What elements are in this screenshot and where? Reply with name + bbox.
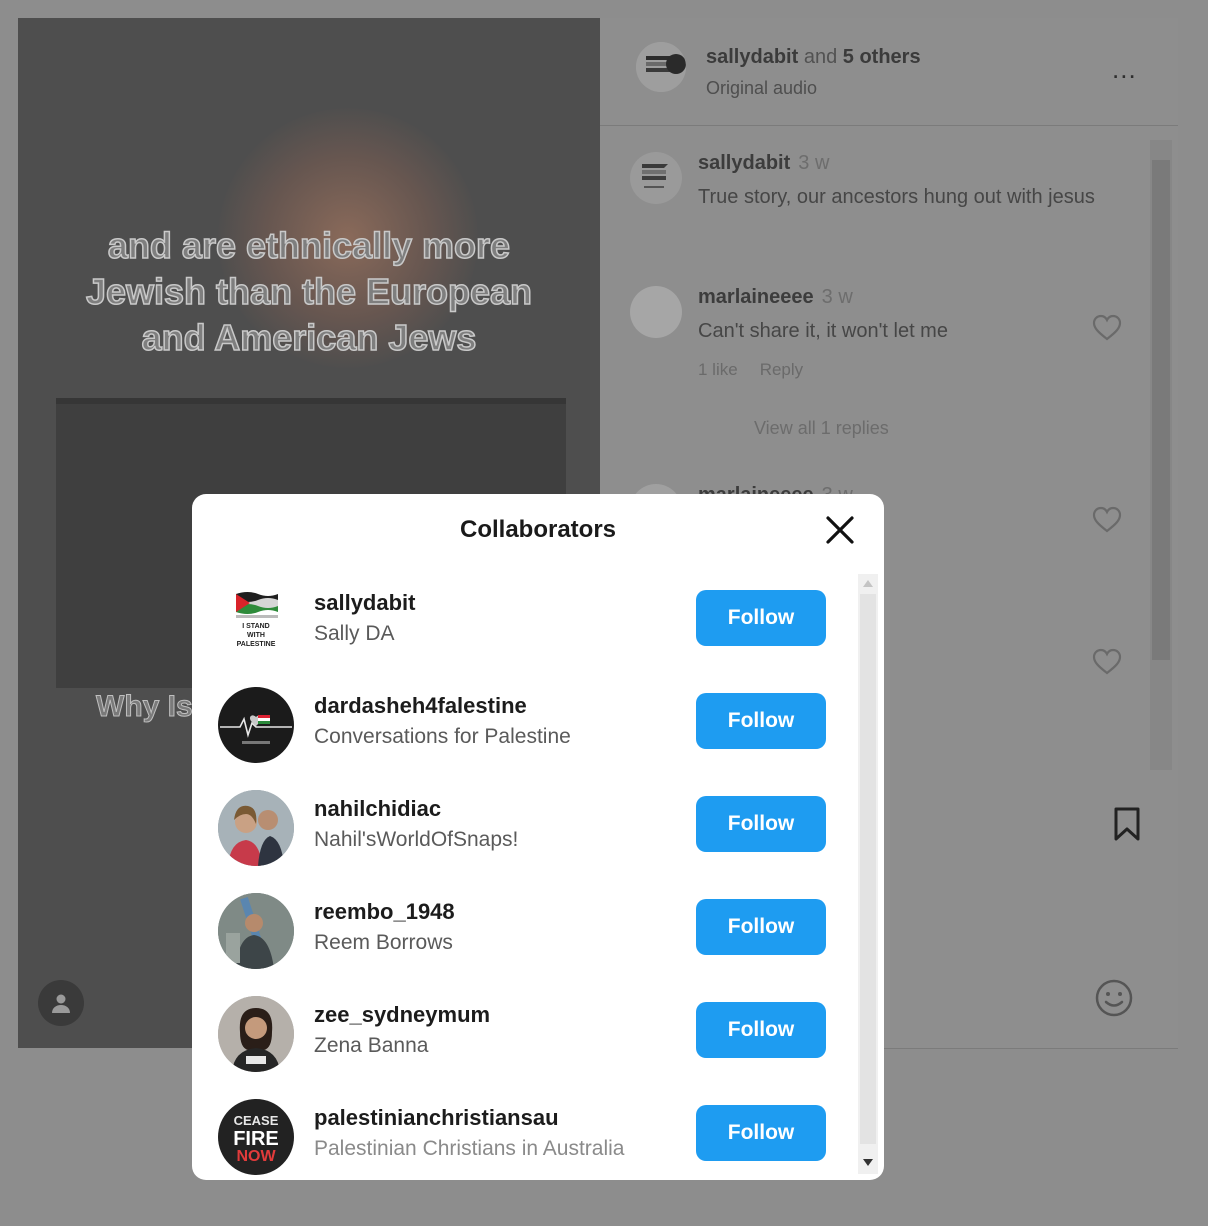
- follow-button[interactable]: Follow: [696, 796, 826, 852]
- video-caption-line: Jewish than the European: [85, 270, 533, 313]
- author-avatar[interactable]: [636, 42, 686, 92]
- comment-text: Can't share it, it won't let me: [698, 320, 948, 342]
- collaborator-row: I STAND WITH PALESTINE sallydabit Sally …: [192, 574, 854, 677]
- audio-label[interactable]: Original audio: [706, 78, 817, 99]
- more-options-icon[interactable]: ...: [1112, 54, 1137, 85]
- view-replies-link[interactable]: View all 1 replies: [754, 418, 889, 439]
- emoji-icon[interactable]: [1094, 978, 1134, 1018]
- collaborator-username[interactable]: palestinianchristiansau: [314, 1105, 559, 1131]
- video-caption-line: and are ethnically more: [107, 224, 511, 267]
- comments-scrollbar-thumb[interactable]: [1152, 160, 1170, 660]
- scroll-down-icon[interactable]: [862, 1158, 874, 1168]
- collaborator-avatar[interactable]: [218, 790, 294, 866]
- follow-button[interactable]: Follow: [696, 899, 826, 955]
- comment-time: 3 w: [798, 152, 830, 174]
- collaborator-avatar[interactable]: [218, 996, 294, 1072]
- collaborator-fullname: Palestinian Christians in Australia: [314, 1137, 625, 1160]
- author-username[interactable]: sallydabit: [706, 46, 798, 68]
- comment-reply-button[interactable]: Reply: [760, 360, 803, 379]
- heartbeat-icon: [220, 715, 292, 744]
- comment-username[interactable]: sallydabit 3 w: [698, 152, 829, 175]
- follow-button[interactable]: Follow: [696, 590, 826, 646]
- user-tag-button[interactable]: [38, 980, 84, 1026]
- profile-photo-icon: [218, 893, 294, 969]
- follow-button[interactable]: Follow: [696, 1002, 826, 1058]
- ceasefire-line: CEASE: [233, 1113, 279, 1128]
- palestine-badge-icon: [636, 42, 686, 92]
- collaborators-list: I STAND WITH PALESTINE sallydabit Sally …: [192, 574, 854, 1175]
- badge-text: I STAND WITH PALESTINE: [218, 622, 294, 649]
- close-icon[interactable]: [822, 512, 858, 548]
- comment-text: True story, our ancestors hung out with …: [698, 186, 1095, 208]
- collaborator-fullname: Conversations for Palestine: [314, 725, 571, 748]
- collaborators-dialog: Collaborators I STAND WITH PALESTINE sal…: [192, 494, 884, 1180]
- dialog-title: Collaborators: [459, 516, 617, 543]
- comment-username-text[interactable]: marlaineeee: [698, 286, 814, 308]
- collaborator-row: CEASE FIRE NOW palestinianchristiansau P…: [192, 1089, 854, 1180]
- author-and: and: [803, 46, 838, 68]
- collaborator-username[interactable]: sallydabit: [314, 590, 415, 616]
- collaborator-fullname: Nahil'sWorldOfSnaps!: [314, 828, 519, 851]
- heart-icon[interactable]: [1092, 314, 1122, 342]
- bookmark-icon[interactable]: [1112, 806, 1142, 842]
- ceasefire-line: NOW: [236, 1148, 276, 1165]
- collaborator-avatar[interactable]: [218, 893, 294, 969]
- collaborator-username[interactable]: dardasheh4falestine: [314, 693, 527, 719]
- person-icon: [52, 994, 70, 1013]
- collaborator-fullname: Zena Banna: [314, 1034, 429, 1057]
- profile-photo-icon: [218, 996, 294, 1072]
- post-author: sallydabit and 5 others: [706, 46, 921, 69]
- follow-button[interactable]: Follow: [696, 1105, 826, 1161]
- comment-avatar[interactable]: [630, 286, 682, 338]
- comment-avatar[interactable]: [630, 152, 682, 204]
- collaborator-row: zee_sydneymum Zena Banna Follow: [192, 986, 854, 1089]
- collaborator-username[interactable]: nahilchidiac: [314, 796, 441, 822]
- collaborator-row: dardasheh4falestine Conversations for Pa…: [192, 677, 854, 780]
- collaborator-avatar[interactable]: [218, 687, 294, 763]
- video-subcaption: Why Is: [96, 690, 194, 724]
- collaborator-fullname: Reem Borrows: [314, 931, 453, 954]
- scroll-up-icon[interactable]: [862, 578, 874, 588]
- collaborator-row: reembo_1948 Reem Borrows Follow: [192, 883, 854, 986]
- comment-meta: 1 like Reply: [698, 360, 803, 380]
- palestine-badge-icon: [642, 164, 668, 188]
- collaborator-username[interactable]: reembo_1948: [314, 899, 455, 925]
- comment-username-text[interactable]: sallydabit: [698, 152, 790, 174]
- collaborator-row: nahilchidiac Nahil'sWorldOfSnaps! Follow: [192, 780, 854, 883]
- video-caption-line: and American Jews: [141, 316, 477, 359]
- badge-line: PALESTINE: [236, 641, 276, 648]
- dialog-scrollbar-thumb[interactable]: [860, 594, 876, 1144]
- collaborator-avatar[interactable]: I STAND WITH PALESTINE: [218, 584, 294, 660]
- collaborator-username[interactable]: zee_sydneymum: [314, 1002, 490, 1028]
- heart-icon[interactable]: [1092, 648, 1122, 676]
- comment-time: 3 w: [821, 286, 853, 308]
- badge-line: I STAND: [242, 623, 270, 630]
- comment-username[interactable]: marlaineeee 3 w: [698, 286, 853, 309]
- collaborator-fullname: Sally DA: [314, 622, 395, 645]
- comment-likes[interactable]: 1 like: [698, 360, 738, 379]
- follow-button[interactable]: Follow: [696, 693, 826, 749]
- ceasefire-logo: CEASE FIRE NOW: [218, 1113, 294, 1165]
- dialog-header: Collaborators: [192, 494, 884, 568]
- collaborator-avatar[interactable]: CEASE FIRE NOW: [218, 1099, 294, 1175]
- author-others[interactable]: 5 others: [843, 46, 921, 68]
- profile-photo-icon: [218, 790, 294, 866]
- heart-icon[interactable]: [1092, 506, 1122, 534]
- badge-line: WITH: [247, 632, 265, 639]
- post-header: sallydabit and 5 others Original audio .…: [600, 18, 1178, 126]
- video-caption: and are ethnically more Jewish than the …: [18, 223, 600, 361]
- ceasefire-line: FIRE: [233, 1128, 279, 1150]
